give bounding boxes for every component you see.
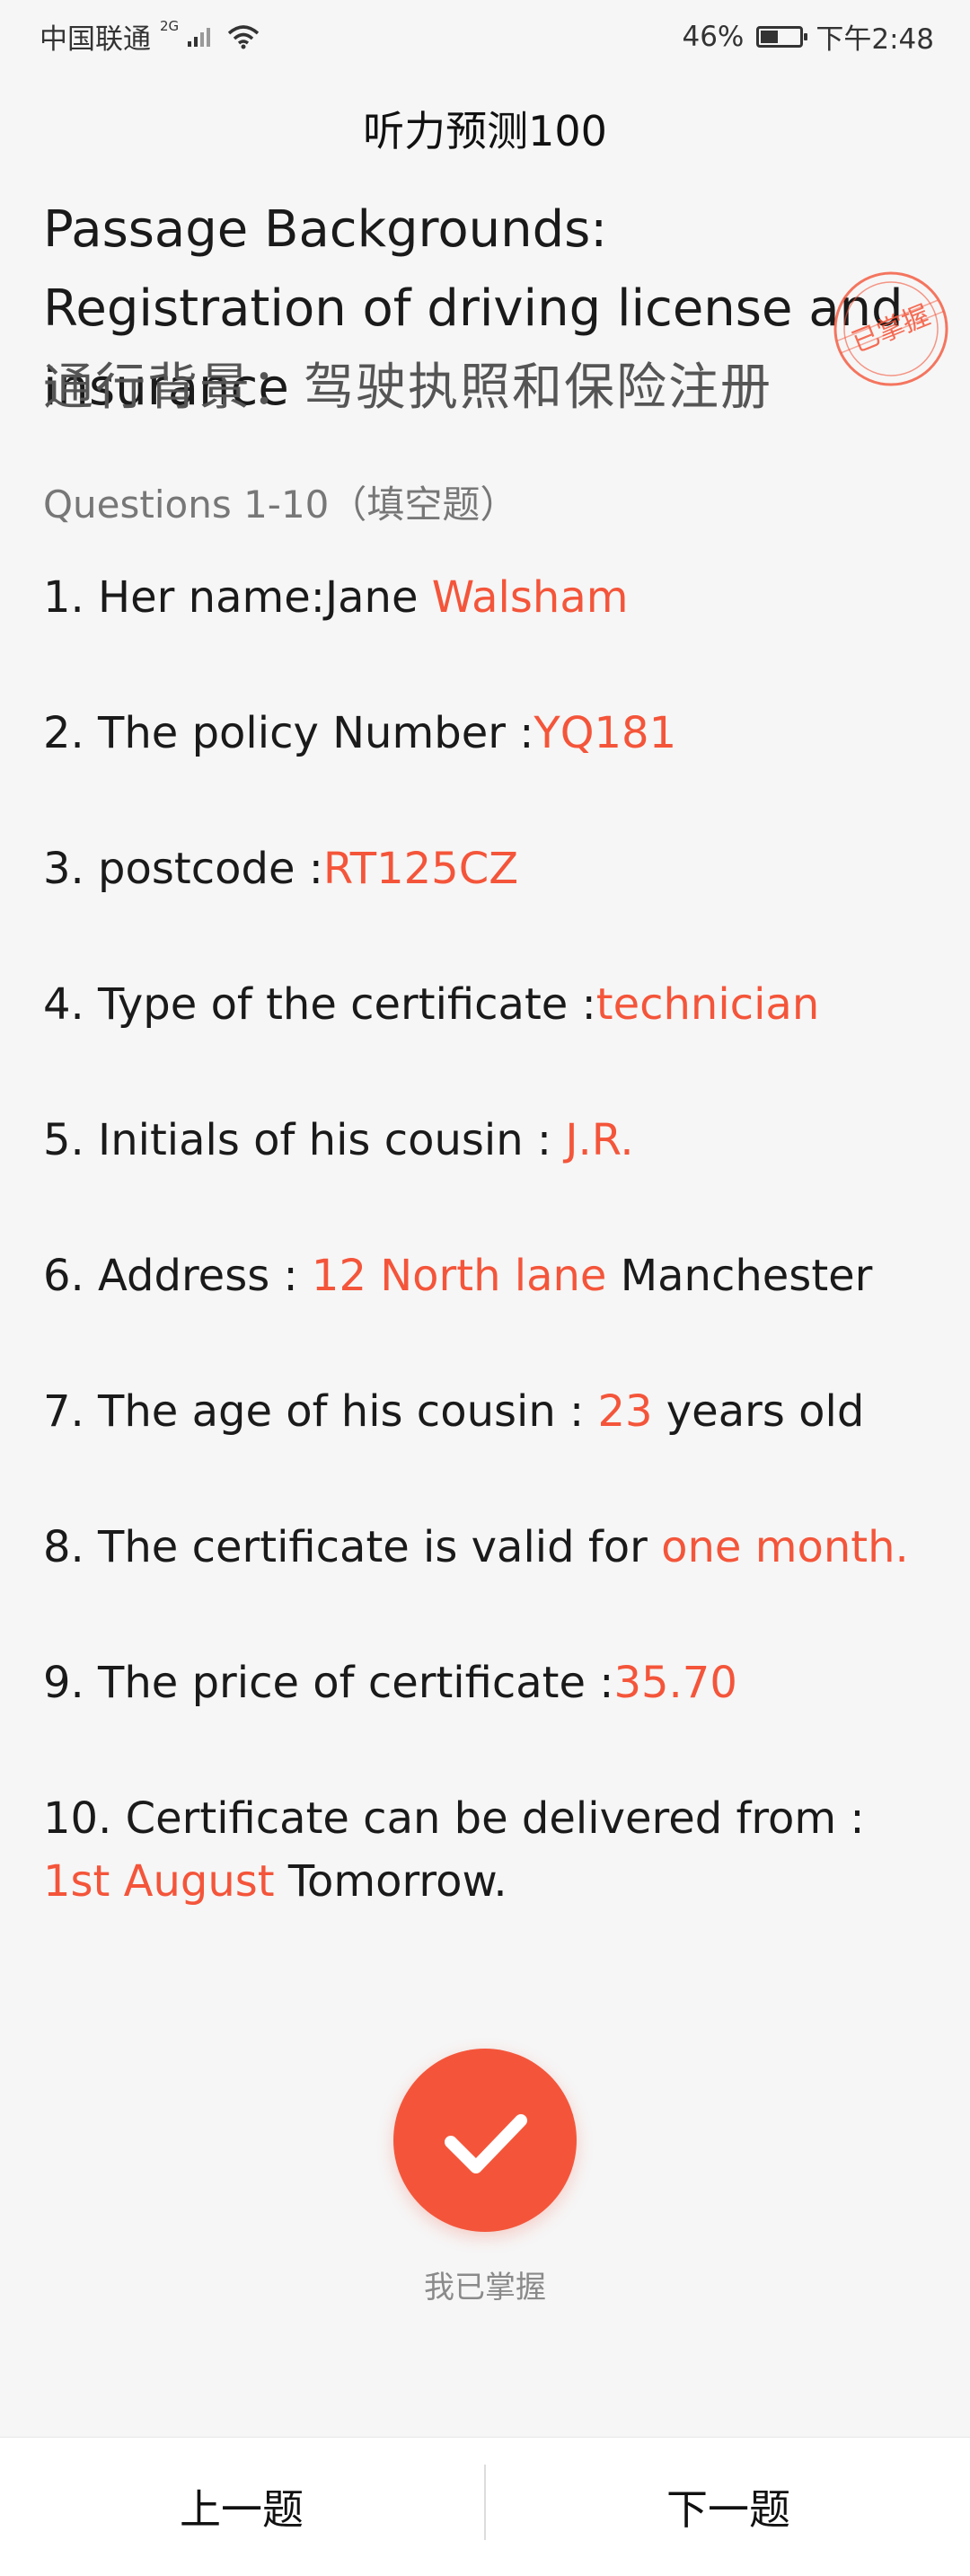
- question-answer: Walsham: [431, 572, 629, 623]
- battery-icon: [756, 25, 808, 48]
- question-answer: RT125CZ: [322, 844, 519, 894]
- question-suffix: years old: [652, 1386, 865, 1437]
- question-2: 2. The policy Number :YQ181: [43, 702, 932, 765]
- question-text: 1. Her name:Jane: [43, 572, 432, 623]
- status-right: 46% 下午2:48: [682, 16, 934, 57]
- question-4: 4. Type of the certificate :technician: [43, 973, 932, 1036]
- question-suffix: Manchester: [606, 1251, 873, 1301]
- signal-icon: [188, 27, 211, 47]
- next-question-button[interactable]: 下一题: [487, 2438, 970, 2576]
- question-answer: 12 North lane: [311, 1251, 607, 1301]
- question-answer: YQ181: [534, 708, 677, 758]
- clock: 下午2:48: [816, 23, 934, 56]
- question-text: 10. Certificate can be delivered from :: [43, 1793, 865, 1844]
- question-answer: 23: [597, 1386, 653, 1437]
- question-7: 7. The age of his cousin : 23 years old: [43, 1380, 932, 1443]
- question-answer: technician: [595, 979, 820, 1030]
- question-text: 5. Initials of his cousin :: [43, 1115, 566, 1165]
- status-bar: 中国联通 2G 46% 下午2:48: [0, 0, 970, 65]
- question-suffix: Tomorrow.: [274, 1856, 507, 1907]
- battery-level: [761, 30, 779, 43]
- question-6: 6. Address : 12 North lane Manchester: [43, 1244, 932, 1307]
- divider: [484, 2465, 486, 2540]
- question-text: 8. The certificate is valid for: [43, 1522, 662, 1572]
- question-answer: one month.: [661, 1522, 909, 1572]
- svg-text:已掌握: 已掌握: [848, 299, 935, 359]
- question-10: 10. Certificate can be delivered from : …: [43, 1787, 932, 1913]
- question-3: 3. postcode :RT125CZ: [43, 837, 932, 900]
- question-text: 6. Address :: [43, 1251, 312, 1301]
- page-title: 听力预测100: [363, 107, 607, 155]
- bottom-nav: 上一题 下一题: [0, 2437, 970, 2576]
- check-icon: [445, 2114, 527, 2173]
- question-answer: 35.70: [613, 1658, 737, 1708]
- question-5: 5. Initials of his cousin : J.R.: [43, 1109, 932, 1172]
- question-text: 9. The price of certificate :: [43, 1658, 614, 1708]
- question-text: 2. The policy Number :: [43, 708, 534, 758]
- mastered-button[interactable]: [393, 2049, 577, 2232]
- wifi-icon: [228, 24, 260, 49]
- network-type: 2G: [160, 17, 180, 34]
- question-1: 1. Her name:Jane Walsham: [43, 566, 932, 629]
- question-text: 4. Type of the certificate :: [43, 979, 596, 1030]
- mastered-label: 我已掌握: [424, 2270, 546, 2306]
- question-8: 8. The certificate is valid for one mont…: [43, 1516, 932, 1579]
- question-answer: 1st August: [43, 1856, 275, 1907]
- status-left: 中国联通 2G: [40, 16, 261, 57]
- carrier-name: 中国联通: [40, 23, 151, 56]
- section-heading: Questions 1-10（填空题）: [43, 482, 518, 527]
- question-text: 3. postcode :: [43, 844, 323, 894]
- question-9: 9. The price of certificate :35.70: [43, 1651, 932, 1714]
- battery-percent: 46%: [682, 20, 745, 53]
- question-text: 7. The age of his cousin :: [43, 1386, 598, 1437]
- prev-question-button[interactable]: 上一题: [0, 2438, 483, 2576]
- passage-title-cn: 通行背景：驾驶执照和保险注册: [43, 359, 772, 417]
- question-answer: J.R.: [565, 1115, 634, 1165]
